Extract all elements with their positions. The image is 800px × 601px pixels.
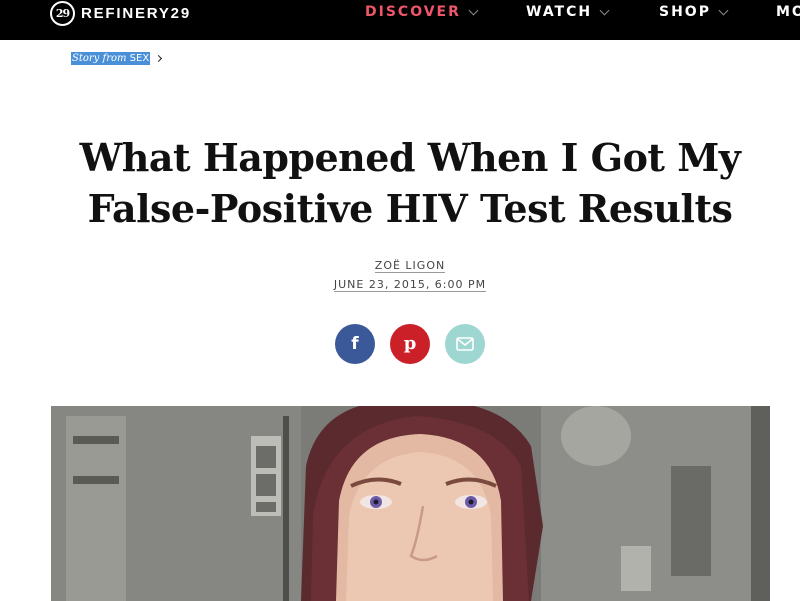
top-nav: 29 REFINERY29 DISCOVER WATCH SHOP MO: [0, 0, 800, 40]
chevron-right-icon: [155, 54, 163, 63]
title-line-1: What Happened When I Got My: [79, 135, 741, 180]
chevron-down-icon: [468, 5, 479, 15]
nav-item-label: WATCH: [526, 4, 593, 20]
pinterest-icon: p: [403, 333, 417, 354]
chevron-down-icon: [718, 5, 729, 15]
logo-text: REFINERY29: [81, 4, 191, 22]
hero-image: [51, 406, 770, 601]
breadcrumb-prefix: Story from: [72, 53, 130, 64]
author-link[interactable]: ZOË LIGON: [374, 259, 446, 273]
email-icon: [456, 337, 474, 351]
facebook-icon: f: [351, 333, 359, 354]
nav-item-label: DISCOVER: [365, 4, 461, 20]
nav-item-watch[interactable]: WATCH: [526, 3, 610, 21]
nav-item-more[interactable]: MO: [776, 3, 800, 21]
date-text: JUNE 23, 2015, 6:00 PM: [333, 278, 487, 292]
chevron-down-icon: [599, 5, 610, 15]
logo-mark-text: 29: [55, 6, 70, 20]
nav-item-label: SHOP: [659, 4, 711, 20]
hero-photo: [51, 406, 770, 601]
title-line-2: False-Positive HIV Test Results: [87, 186, 733, 231]
author-byline: ZOË LIGON: [0, 259, 800, 273]
nav-item-discover[interactable]: DISCOVER: [365, 3, 479, 21]
pinterest-share-button[interactable]: p: [390, 324, 430, 364]
email-share-button[interactable]: [445, 324, 485, 364]
breadcrumb: Story from SEX: [71, 52, 163, 65]
breadcrumb-link[interactable]: Story from SEX: [71, 52, 151, 65]
facebook-share-button[interactable]: f: [335, 324, 375, 364]
logo[interactable]: 29 REFINERY29: [50, 0, 191, 26]
breadcrumb-section: SEX: [129, 53, 150, 64]
nav-item-shop[interactable]: SHOP: [659, 3, 729, 21]
publish-date: JUNE 23, 2015, 6:00 PM: [0, 278, 800, 292]
page-title: What Happened When I Got My False-Positi…: [60, 132, 760, 234]
nav-item-label: MO: [776, 4, 800, 20]
logo-mark: 29: [50, 0, 75, 26]
